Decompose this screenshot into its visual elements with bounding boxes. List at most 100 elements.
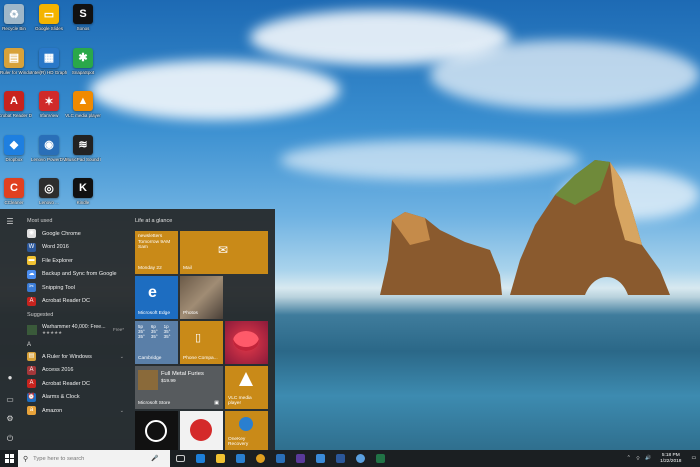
taskbar: ⚲ 🎤 ⌃ ⌔ 🔊 5:18 PM 1/22/2018 ▭ — [0, 450, 700, 467]
onekey-icon — [239, 417, 253, 431]
taskbar-sync-icon[interactable] — [350, 450, 370, 467]
desktop-icon[interactable]: S Sonos — [66, 4, 100, 31]
desktop-icon[interactable]: ✶ IrfanView — [32, 91, 66, 118]
taskbar-excel-icon[interactable] — [370, 450, 390, 467]
desktop-icon[interactable]: ▭ Google Slides — [32, 4, 66, 31]
mail-label: Mail — [183, 266, 192, 271]
desktop-icon-glyph: ◆ — [4, 134, 24, 155]
user-avatar-icon[interactable]: ● — [5, 373, 15, 383]
taskbar-store-icon[interactable] — [230, 450, 250, 467]
app-list-item[interactable]: a Amazon ⌄ — [20, 404, 130, 418]
desktop-icon-glyph: ✶ — [39, 91, 59, 111]
vlc-tile[interactable]: VLC media player — [225, 366, 268, 409]
desktop-icon-glyph: ◉ — [39, 134, 59, 155]
app-list-item[interactable]: ▤ A Ruler for Windows ⌄ — [20, 350, 130, 364]
taskbar-photos-icon[interactable] — [290, 450, 310, 467]
taskbar-edge-icon[interactable] — [190, 450, 210, 467]
candy-crush-tile[interactable] — [225, 321, 268, 364]
gauge-icon — [190, 419, 212, 441]
app-list-item[interactable]: ✂ Snipping Tool — [20, 281, 130, 295]
microphone-icon[interactable]: 🎤 — [151, 455, 158, 462]
desktop-icon[interactable]: ✱ SnapaSpot — [66, 47, 100, 75]
app-icon: A — [27, 379, 36, 389]
desktop-icon-label: Lenovo PowerDVD — [31, 156, 67, 162]
taskbar-file-explorer-icon[interactable] — [210, 450, 230, 467]
network-icon[interactable]: ⌔ — [636, 456, 641, 462]
letter-header-a[interactable]: A — [20, 338, 130, 350]
calendar-date: Monday 22 — [138, 266, 162, 271]
taskbar-word-icon[interactable] — [330, 450, 350, 467]
desktop-icon-label: IrfanView — [39, 113, 59, 118]
edge-tile[interactable]: e Microsoft Edge — [135, 276, 178, 319]
desktop-icon-label: MusicPad Sound Recorder — [65, 156, 101, 162]
task-view-button[interactable] — [170, 450, 190, 467]
search-icon: ⚲ — [23, 455, 29, 463]
onekey-tile[interactable]: OneKey Recovery — [225, 411, 268, 450]
store-label: Microsoft Store — [138, 401, 171, 406]
power-icon[interactable]: ⏻ — [5, 434, 15, 444]
desktop-icon[interactable]: ◉ Lenovo PowerDVD — [31, 134, 67, 162]
app-label: Google Chrome — [42, 230, 81, 237]
start-button[interactable] — [0, 450, 18, 467]
app-label: Snipping Tool — [42, 284, 75, 291]
warhammer-icon — [27, 324, 37, 335]
desktop-icon-label: Lenovo ... — [39, 200, 59, 205]
taskbar-chrome-icon[interactable] — [250, 450, 270, 467]
phone-companion-tile[interactable]: ▯ Phone Compa... — [180, 321, 223, 364]
desktop-icon[interactable]: C CCleaner — [0, 178, 31, 205]
clock-date: 1/22/2018 — [660, 458, 682, 464]
search-input[interactable] — [33, 455, 152, 462]
candy-icon — [233, 331, 259, 351]
documents-icon[interactable]: ▭ — [5, 395, 15, 405]
app-icon: W — [27, 242, 36, 252]
system-tray: ⌃ ⌔ 🔊 5:18 PM 1/22/2018 ▭ — [627, 450, 700, 467]
app-icon: ▬ — [27, 256, 36, 266]
lenovo-tile[interactable] — [135, 411, 178, 450]
app-list-item[interactable]: A Access 2016 — [20, 364, 130, 378]
phone-icon: ▯ — [195, 332, 202, 344]
app-list-item[interactable]: ☁ Backup and Sync from Google — [20, 268, 130, 282]
volume-icon[interactable]: 🔊 — [645, 456, 651, 461]
action-center-icon[interactable]: ▭ — [691, 456, 696, 461]
app-list-item[interactable]: ⏰ Alarms & Clock — [20, 391, 130, 405]
show-hidden-icons-icon[interactable]: ⌃ — [627, 456, 631, 461]
app-list-item[interactable]: A Acrobat Reader DC — [20, 295, 130, 309]
taskbar-search-box[interactable]: ⚲ 🎤 — [18, 450, 170, 467]
app-list-item[interactable]: ◉ Google Chrome — [20, 227, 130, 241]
photos-tile[interactable]: Photos — [180, 276, 223, 319]
taskbar-mail-icon[interactable] — [270, 450, 290, 467]
chevron-down-icon[interactable]: ⌄ — [120, 354, 124, 360]
taskbar-app-icon[interactable] — [310, 450, 330, 467]
store-game-title: Full Metal Furies — [161, 371, 204, 377]
desktop-icon-glyph: ▦ — [39, 47, 59, 68]
calendar-tile[interactable]: newsletters Tomorrow 9AM Sam Monday 22 — [135, 231, 178, 274]
clock-time: 5:18 PM — [661, 452, 680, 458]
desktop-icon[interactable]: ◎ Lenovo ... — [32, 178, 66, 205]
app-list-item[interactable]: W Word 2016 — [20, 241, 130, 255]
suggested-app[interactable]: Warhammer 40,000: Free... ★★★★★ Free* — [20, 321, 130, 338]
app-icon: ⏰ — [27, 392, 36, 402]
desktop-icon[interactable]: ◆ Dropbox — [0, 134, 31, 162]
app-list-item[interactable]: A Acrobat Reader DC — [20, 377, 130, 391]
clock[interactable]: 5:18 PM 1/22/2018 — [660, 453, 681, 465]
app-label: Access 2016 — [42, 367, 74, 374]
desktop-icon[interactable]: ▦Intel(R) HD Graphics Control Panel — [31, 47, 67, 75]
desktop-icon[interactable]: ▲ VLC media player — [65, 91, 101, 118]
settings-icon[interactable]: ⚙ — [5, 414, 15, 424]
mail-tile[interactable]: ✉ Mail — [180, 231, 268, 274]
app-list-item[interactable]: ▬ File Explorer — [20, 254, 130, 268]
desktop-icon-glyph: ▲ — [73, 91, 93, 111]
edge-label: Microsoft Edge — [138, 311, 170, 316]
desktop-icon[interactable]: ≋MusicPad Sound Recorder — [65, 134, 101, 162]
chevron-down-icon[interactable]: ⌄ — [120, 408, 124, 414]
microsoft-store-tile[interactable]: Full Metal Furies $19.99 Microsoft Store… — [135, 366, 223, 409]
weather-tile[interactable]: 5p 35° 35° 6p 35° 35° 1p 35° 35° Cambridge — [135, 321, 178, 364]
desktop-icon-label: Kindle — [76, 200, 90, 205]
suggested-title: Warhammer 40,000: Free... — [42, 323, 106, 330]
desktop-icon[interactable]: ▤A Ruler for Windows — [0, 47, 32, 75]
desktop-icon[interactable]: A Acrobat Reader DC — [0, 91, 32, 118]
speedtest-tile[interactable] — [180, 411, 223, 450]
desktop-icon[interactable]: ♻ Recycle Bin — [0, 4, 31, 31]
desktop-icon[interactable]: K Kindle — [66, 178, 100, 205]
hamburger-icon[interactable]: ☰ — [5, 217, 15, 227]
